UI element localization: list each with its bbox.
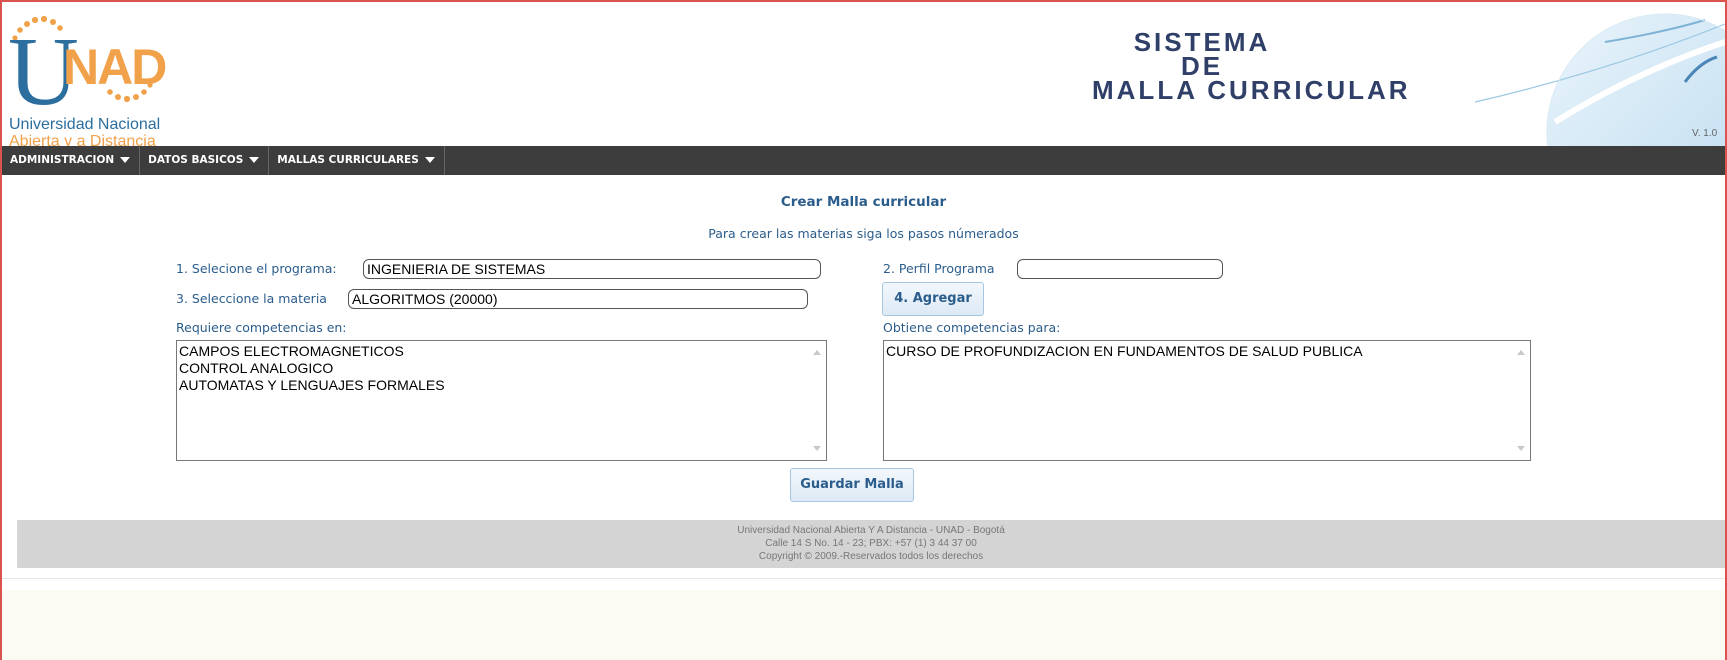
- logo-nad-letters: NAD: [63, 39, 166, 95]
- requires-list: CAMPOS ELECTROMAGNETICOS CONTROL ANALOGI…: [179, 343, 804, 458]
- nav-item-label: MALLAS CURRICULARES: [277, 154, 419, 166]
- add-button[interactable]: 4. Agregar: [882, 282, 984, 316]
- obtains-label: Obtiene competencias para:: [883, 320, 1061, 335]
- page-subtitle: Para crear las materias siga los pasos n…: [708, 226, 1019, 241]
- program-label: 1. Selecione el programa:: [176, 261, 337, 276]
- scroll-down-icon[interactable]: [813, 446, 821, 451]
- footer-line-3: Copyright © 2009.-Reservados todos los d…: [758, 551, 984, 562]
- version-label: V. 1.0: [1692, 128, 1718, 139]
- unad-logo-mark: U NAD: [8, 15, 168, 116]
- subject-input[interactable]: [348, 289, 808, 309]
- caret-down-icon: [424, 157, 435, 163]
- scroll-down-icon[interactable]: [1517, 446, 1525, 451]
- footer-line-2: Calle 14 S No. 14 - 23; PBX: +57 (1) 3 4…: [765, 538, 977, 549]
- logo-line-2: Abierta y a Distancia: [9, 133, 156, 146]
- obtains-list: CURSO DE PROFUNDIZACION EN FUNDAMENTOS D…: [886, 343, 1508, 458]
- system-title: SISTEMA DE MALLA CURRICULAR: [1092, 29, 1411, 105]
- unad-logo: U NAD Universidad Nacional Abierta y a D…: [8, 12, 188, 146]
- page-footer: Universidad Nacional Abierta Y A Distanc…: [17, 520, 1725, 568]
- nav-item-administracion[interactable]: ADMINISTRACION: [2, 146, 141, 175]
- globe-graphic: [1474, 13, 1725, 146]
- caret-down-icon: [249, 157, 260, 163]
- requires-label: Requiere competencias en:: [176, 320, 347, 335]
- divider: [2, 578, 1725, 579]
- footer-line-1: Universidad Nacional Abierta Y A Distanc…: [737, 525, 1005, 536]
- system-title-line-3: MALLA CURRICULAR: [1092, 75, 1411, 105]
- program-input[interactable]: [363, 259, 821, 279]
- nav-item-label: DATOS BASICOS: [148, 154, 244, 166]
- logo-line-1: Universidad Nacional: [9, 116, 161, 133]
- requires-textarea[interactable]: CAMPOS ELECTROMAGNETICOS CONTROL ANALOGI…: [176, 340, 827, 461]
- list-item: CAMPOS ELECTROMAGNETICOS: [179, 343, 404, 359]
- subject-label: 3. Seleccione la materia: [176, 291, 327, 306]
- nav-item-label: ADMINISTRACION: [10, 154, 115, 166]
- list-item: AUTOMATAS Y LENGUAJES FORMALES: [179, 377, 445, 393]
- site-header: U NAD Universidad Nacional Abierta y a D…: [2, 2, 1725, 146]
- list-item: CURSO DE PROFUNDIZACION EN FUNDAMENTOS D…: [886, 343, 1363, 359]
- obtains-textarea[interactable]: CURSO DE PROFUNDIZACION EN FUNDAMENTOS D…: [883, 340, 1531, 461]
- profile-label: 2. Perfil Programa: [883, 261, 995, 276]
- obtains-scrollbar[interactable]: [1512, 341, 1530, 460]
- scroll-up-icon[interactable]: [813, 350, 821, 355]
- nav-item-mallas-curriculares[interactable]: MALLAS CURRICULARES: [269, 146, 445, 175]
- bottom-strip: [2, 590, 1725, 660]
- save-button[interactable]: Guardar Malla: [790, 468, 914, 502]
- main-navbar: ADMINISTRACION DATOS BASICOS MALLAS CURR…: [2, 146, 1725, 175]
- page-title: Crear Malla curricular: [780, 194, 947, 210]
- caret-down-icon: [120, 157, 131, 163]
- profile-input[interactable]: [1017, 259, 1223, 279]
- nav-item-datos-basicos[interactable]: DATOS BASICOS: [140, 146, 270, 175]
- scroll-up-icon[interactable]: [1517, 350, 1525, 355]
- list-item: CONTROL ANALOGICO: [179, 360, 334, 376]
- requires-scrollbar[interactable]: [808, 341, 826, 460]
